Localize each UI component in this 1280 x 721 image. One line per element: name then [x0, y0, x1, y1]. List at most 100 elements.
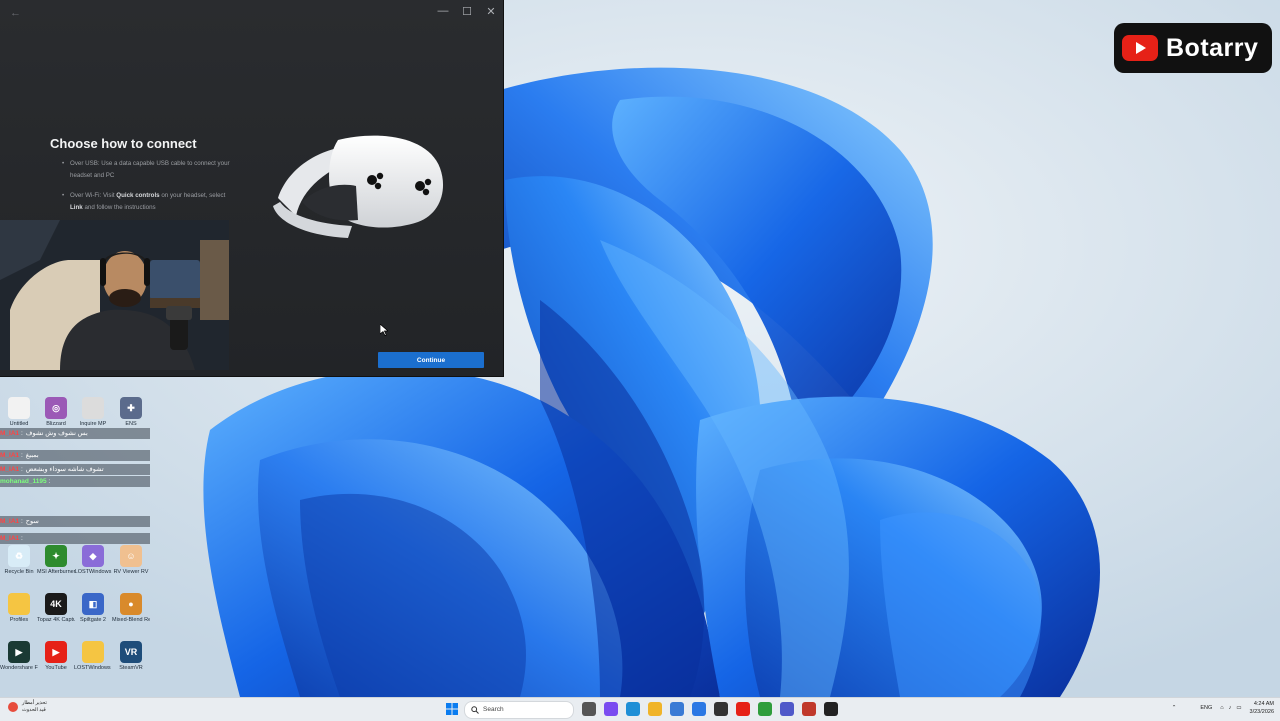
option-usb-text: Over USB: Use a data capable USB cable t…	[70, 160, 230, 179]
option-usb: • Over USB: Use a data capable USB cable…	[62, 158, 238, 182]
search-icon	[471, 706, 479, 714]
minimize-button[interactable]: —	[436, 5, 450, 17]
language-indicator[interactable]: ENG	[1200, 705, 1212, 711]
task-view-icon[interactable]	[582, 702, 596, 716]
chat-message: M_IA1 : سوح	[0, 516, 150, 527]
network-icon[interactable]: ⌂	[1220, 705, 1223, 711]
chat-text: بمبيغ	[25, 452, 39, 459]
option-wifi-text: Over Wi-Fi: Visit Quick controls on your…	[70, 192, 226, 211]
streamer-webcam-image	[0, 220, 229, 370]
youtube-play-icon	[1122, 35, 1158, 61]
maximize-button[interactable]: ☐	[460, 5, 474, 18]
store-icon[interactable]	[670, 702, 684, 716]
clock-date: 3/23/2026	[1249, 709, 1274, 715]
xbox-icon[interactable]	[758, 702, 772, 716]
chat-text: تشوف شاشه سوداء وبشعض	[25, 466, 104, 473]
desktop-icon[interactable]: Profiles	[0, 593, 38, 624]
obs-icon[interactable]	[824, 702, 838, 716]
app-icon: ◎	[45, 397, 67, 419]
app-icon: VR	[120, 641, 142, 663]
chat-message: M_IA1 : بمبيغ	[0, 450, 150, 461]
desktop-icon[interactable]: ◆ LOSTWindows	[74, 545, 112, 576]
back-arrow-icon[interactable]: ←	[10, 7, 21, 19]
channel-logo: Botarry	[1114, 23, 1272, 73]
search-input[interactable]: Search	[464, 701, 574, 719]
chevron-up-icon[interactable]: ⌃	[1172, 705, 1177, 711]
desktop-icon-label: LOSTWindows	[74, 569, 112, 575]
clock[interactable]: 4:24 AM 3/23/2026	[1250, 700, 1274, 716]
app-icon: ▶	[45, 641, 67, 663]
close-button[interactable]: ✕	[484, 5, 498, 18]
system-tray: ⌃ ENG ⌂ ♪ ▭ 4:24 AM 3/23/2026	[1172, 700, 1274, 716]
stream-chat-overlay: M_IA1 : بس نشوف وش نشوف M_IA1 : بمبيغ M_IA1 …	[0, 426, 150, 546]
app-icon: ☺	[120, 545, 142, 567]
chat-message: mohanad_1195 :	[0, 476, 150, 487]
desktop-icon[interactable]: VR SteamVR	[112, 641, 150, 672]
chat-username: M_IA1	[0, 466, 20, 473]
start-button[interactable]	[445, 702, 459, 716]
page-title: Choose how to connect	[50, 136, 197, 151]
desktop-icon[interactable]: Untitled	[0, 397, 38, 428]
webcam-overlay	[0, 220, 229, 370]
chat-username: M_IA1	[0, 535, 20, 542]
app-icon: ◧	[82, 593, 104, 615]
app-icon: ◆	[82, 545, 104, 567]
bullet-icon: •	[62, 160, 65, 167]
taskbar: تحذير أمطار قيد الحدوث Search ⌃ ENG ⌂ ♪ …	[0, 697, 1280, 721]
bullet-icon: •	[62, 192, 65, 199]
chat-username: M_IA1	[0, 452, 20, 459]
app-icon: ✦	[45, 545, 67, 567]
desktop-icon[interactable]: Inquire MP	[74, 397, 112, 428]
volume-icon[interactable]: ♪	[1229, 705, 1232, 711]
desktop-icon-label: YouTube	[45, 665, 67, 671]
desktop-icon[interactable]: ♻ Recycle Bin	[0, 545, 38, 576]
windows-logo-icon	[446, 703, 458, 715]
desktop-icon[interactable]: ✚ ENS	[112, 397, 150, 428]
app-icon[interactable]	[714, 702, 728, 716]
copilot-icon[interactable]	[604, 702, 618, 716]
app-icon: ✚	[120, 397, 142, 419]
app-icon: 4K	[45, 593, 67, 615]
weather-widget[interactable]: تحذير أمطار قيد الحدوث	[8, 700, 47, 714]
app-icon: ●	[120, 593, 142, 615]
app-icon	[82, 641, 104, 663]
file-explorer-icon[interactable]	[648, 702, 662, 716]
desktop-icon-label: Topaz 4K Capture	[37, 617, 75, 623]
chat-username: mohanad_1195	[0, 478, 47, 485]
desktop-icon[interactable]: ▶ YouTube	[37, 641, 75, 672]
desktop-icon[interactable]: ✦ MSI Afterburner	[37, 545, 75, 576]
desktop-icon[interactable]: ☺ RV Viewer RV	[112, 545, 150, 576]
desktop-icon-label: Spiltgate 2	[80, 617, 106, 623]
youtube-icon[interactable]	[736, 702, 750, 716]
desktop-icon-label: MSI Afterburner	[37, 569, 75, 575]
desktop-icon[interactable]: ◧ Spiltgate 2	[74, 593, 112, 624]
continue-button[interactable]: Continue	[378, 352, 484, 368]
desktop-icon[interactable]: ● Mixed-Blend Restaurant	[112, 593, 150, 624]
mouse-cursor-icon	[380, 324, 388, 336]
app-icon	[8, 593, 30, 615]
desktop-icon-label: SteamVR	[119, 665, 143, 671]
app-icon[interactable]	[802, 702, 816, 716]
teams-icon[interactable]	[780, 702, 794, 716]
desktop-icon[interactable]: 4K Topaz 4K Capture	[37, 593, 75, 624]
desktop-icon[interactable]: ▶ Wondershare Filmora 13	[0, 641, 38, 672]
battery-icon[interactable]: ▭	[1236, 705, 1241, 711]
vr-headset-illustration	[273, 135, 444, 238]
channel-name: Botarry	[1166, 33, 1259, 62]
chat-text: سوح	[25, 518, 39, 525]
desktop-icon-label: Mixed-Blend Restaurant	[112, 617, 150, 623]
desktop-icon[interactable]: ◎ Blizzard	[37, 397, 75, 428]
title-bar[interactable]: ← — ☐ ✕	[0, 0, 503, 24]
chat-message: M_IA1 : بس نشوف وش نشوف	[0, 428, 150, 439]
chat-username: M_IA1	[0, 518, 20, 525]
weather-alert-icon	[8, 702, 18, 712]
desktop-icon-label: RV Viewer RV	[113, 569, 149, 575]
edge-icon[interactable]	[626, 702, 640, 716]
desktop-icon-label: Recycle Bin	[4, 569, 34, 575]
weather-line-2: قيد الحدوث	[22, 707, 46, 713]
desktop-icon[interactable]: LOSTWindows - Copy	[74, 641, 112, 672]
mail-icon[interactable]	[692, 702, 706, 716]
chat-message: M_IA1 : تشوف شاشه سوداء وبشعض	[0, 464, 150, 475]
chat-message: M_IA1 :	[0, 533, 150, 544]
weather-line-1: تحذير أمطار	[22, 700, 47, 706]
